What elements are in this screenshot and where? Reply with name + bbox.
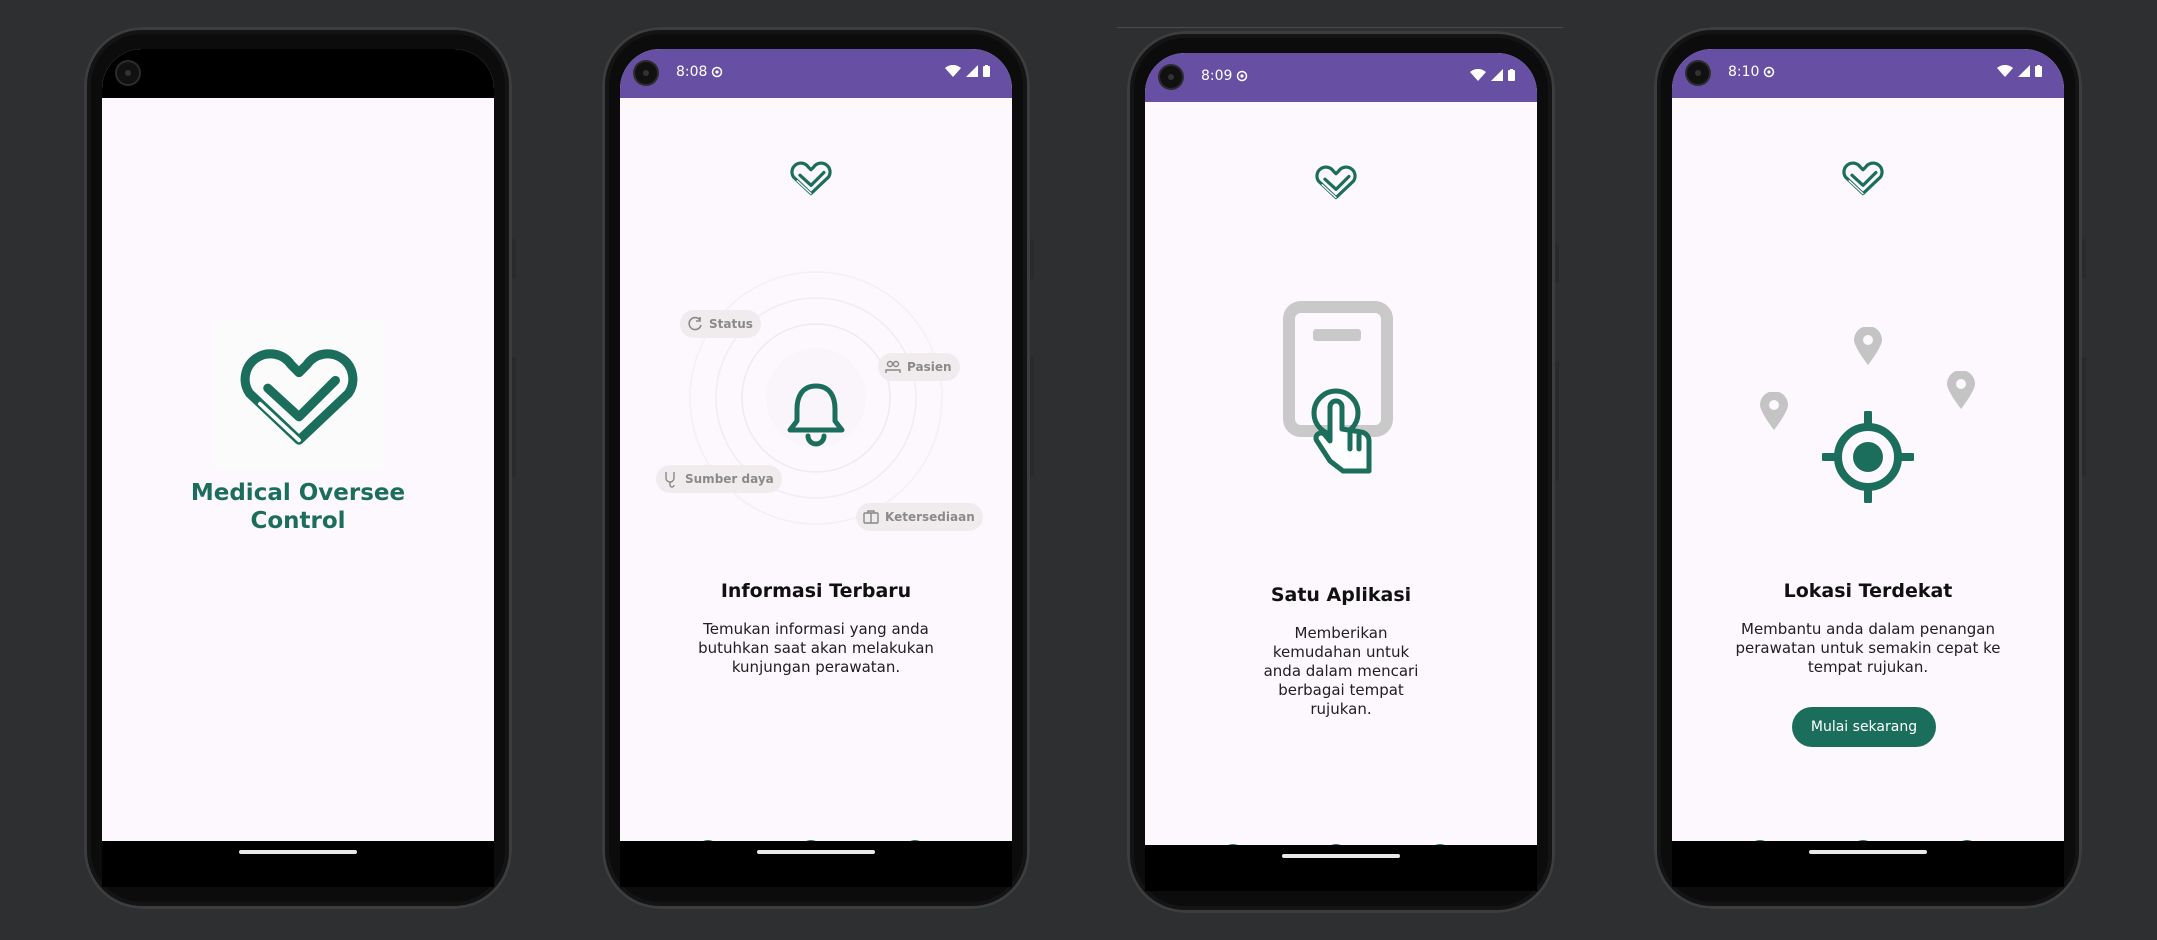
chip-ketersediaan: Ketersediaan [856,503,983,531]
heart-check-icon [1313,162,1359,202]
description-line: anda dalam mencari [1263,662,1419,680]
settings-status-icon [711,66,723,78]
splash-logo-box [214,320,384,470]
description-line: Memberikan [1294,624,1388,642]
app-name-line2: Control [250,508,346,534]
phone-onboarding-3: 8:10 Lokasi Terdekat Membantu anda dalam… [1654,27,2086,909]
onboarding-title: Lokasi Terdekat [1783,580,1953,602]
front-camera [635,62,657,84]
volume-button [1030,357,1034,477]
phone-onboarding-2: 8:09 Satu Aplikasi Memberikan kemudahan … [1127,31,1559,913]
status-time: 8:09 [1201,68,1233,84]
onboarding-content: Lokasi Terdekat Membantu anda dalam pena… [1672,98,2064,887]
heart-check-icon [788,158,834,198]
front-camera [1160,66,1182,88]
description-line: Temukan informasi yang anda [703,620,929,638]
divider-line [1117,27,1563,28]
location-pin-icon [1947,371,1975,409]
power-button [2082,239,2086,279]
system-icons [945,65,990,77]
home-indicator[interactable] [757,850,875,854]
description-line: Membantu anda dalam penangan [1741,620,1995,638]
onboarding-description: Temukan informasi yang anda butuhkan saa… [660,620,972,677]
phone-splash: Medical Oversee Control [84,27,516,909]
description-line: kemudahan untuk [1272,643,1410,661]
description-line: butuhkan saat akan melakukan [698,639,934,657]
description-line: kunjungan perawatan. [731,658,901,676]
chip-sumber-daya: Sumber daya [656,465,782,493]
tap-phone-icon [1283,301,1393,474]
chip-label: Status [709,317,753,331]
battery-icon [1508,69,1515,81]
description-line: perawatan untuk semakin cepat ke [1735,639,2001,657]
status-bar: 8:08 [620,49,1012,98]
wifi-icon [1997,65,2013,77]
status-time: 8:08 [676,64,708,80]
onboarding-description: Membantu anda dalam penangan perawatan u… [1712,620,2024,677]
home-indicator[interactable] [239,850,357,854]
description-line: berbagai tempat [1278,681,1404,699]
front-camera [117,62,139,84]
nav-bar [1672,841,2064,887]
heart-check-icon [1840,158,1886,198]
stethoscope-icon [665,472,675,488]
chip-status: Status [680,310,761,338]
bell-icon [787,383,845,447]
battery-icon [983,65,990,77]
signal-icon [966,65,978,77]
chip-label: Pasien [907,360,952,374]
start-now-button[interactable]: Mulai sekarang [1792,707,1936,747]
onboarding-screen-1: 8:08 Status Pasien Sumber daya Ketersedi… [620,49,1012,887]
onboarding-screen-2: 8:09 Satu Aplikasi Memberikan kemudahan … [1145,53,1537,891]
front-camera [1687,62,1709,84]
chip-label: Ketersediaan [885,510,975,524]
people-icon [885,360,901,373]
nav-bar [620,841,1012,887]
phone-onboarding-1: 8:08 Status Pasien Sumber daya Ketersedi… [602,27,1034,909]
signal-icon [2018,65,2030,77]
power-button [1555,243,1559,283]
briefcase-icon [863,510,879,524]
signal-icon [1491,69,1503,81]
chip-label: Sumber daya [685,472,774,486]
power-button [1030,239,1034,279]
battery-icon [2035,65,2042,77]
onboarding-title: Satu Aplikasi [1270,584,1412,606]
onboarding-screen-3: 8:10 Lokasi Terdekat Membantu anda dalam… [1672,49,2064,887]
home-indicator[interactable] [1809,850,1927,854]
nav-bar [102,841,494,887]
app-name: Medical Oversee Control [102,479,494,535]
home-indicator[interactable] [1282,854,1400,858]
onboarding-description: Memberikan kemudahan untuk anda dalam me… [1251,624,1431,719]
volume-button [1555,361,1559,481]
system-icons [1470,69,1515,81]
location-pin-icon [1760,392,1788,430]
location-pin-icon [1854,327,1882,365]
onboarding-content: Status Pasien Sumber daya Ketersediaan I… [620,98,1012,887]
description-line: tempat rujukan. [1807,658,1929,676]
heart-check-icon [234,344,364,448]
onboarding-content: Satu Aplikasi Memberikan kemudahan untuk… [1145,102,1537,891]
description-line: rujukan. [1310,700,1372,718]
status-bar [102,49,494,98]
app-name-line1: Medical Oversee [190,480,406,506]
status-time: 8:10 [1728,64,1760,80]
settings-status-icon [1763,66,1775,78]
system-icons [1997,65,2042,77]
nav-bar [1145,845,1537,891]
target-location-icon [1822,411,1914,503]
splash-screen: Medical Oversee Control [102,49,494,887]
wifi-icon [945,65,961,77]
volume-button [2082,357,2086,477]
power-button [512,239,516,279]
chip-pasien: Pasien [878,353,960,381]
status-bar: 8:10 [1672,49,2064,98]
volume-button [512,357,516,477]
wifi-icon [1470,69,1486,81]
onboarding-title: Informasi Terbaru [720,580,912,602]
status-bar: 8:09 [1145,53,1537,102]
refresh-icon [688,316,702,331]
settings-status-icon [1236,70,1248,82]
